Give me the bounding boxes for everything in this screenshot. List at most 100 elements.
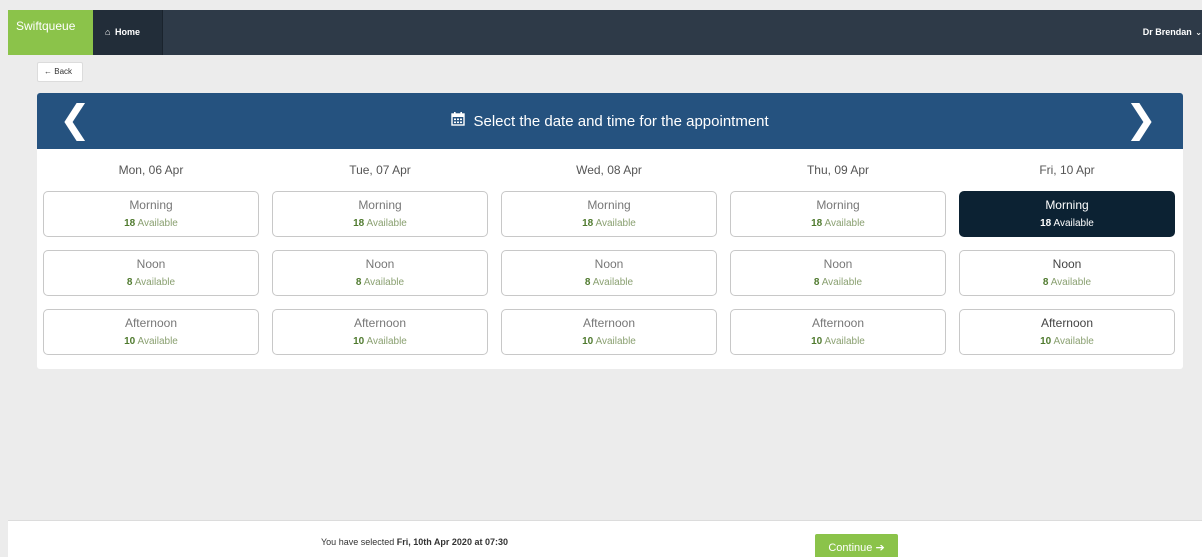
next-week-button[interactable]: ❯ <box>1125 101 1157 139</box>
home-icon: ⌂ <box>105 27 111 37</box>
arrow-right-icon: ➔ <box>875 542 885 554</box>
slot-available-text: Available <box>592 277 634 288</box>
slot-availability: 8 Available <box>960 277 1174 288</box>
selection-prefix: You have selected <box>321 537 395 547</box>
slot-name: Morning <box>587 198 631 212</box>
time-slot-afternoon[interactable]: Afternoon 10 Available <box>501 309 717 355</box>
slot-available-text: Available <box>137 336 178 347</box>
chevron-down-icon: ⌄ <box>1195 28 1202 37</box>
slot-available-text: Available <box>1050 277 1092 288</box>
panel-header: ❮ Select the date and time for the appoi… <box>37 93 1183 149</box>
slot-count: 10 <box>124 336 136 347</box>
slot-name: Afternoon <box>582 316 636 330</box>
slot-availability: 8 Available <box>44 277 258 288</box>
slot-available-text: Available <box>595 218 636 229</box>
calendar-icon <box>451 112 466 130</box>
time-slot-afternoon[interactable]: Afternoon 10 Available <box>959 309 1175 355</box>
slot-availability: 8 Available <box>731 277 945 288</box>
appointment-panel: ❮ Select the date and time for the appoi… <box>37 93 1183 369</box>
slot-available-text: Available <box>366 218 407 229</box>
slot-name: Noon <box>136 257 166 271</box>
slot-name: Noon <box>1052 257 1082 271</box>
slot-name: Morning <box>1045 198 1089 212</box>
slot-name: Morning <box>816 198 860 212</box>
slot-name: Morning <box>129 198 173 212</box>
slot-name: Noon <box>823 257 853 271</box>
slot-count: 18 <box>582 218 594 229</box>
footer-bar: You have selected Fri, 10th Apr 2020 at … <box>8 520 1202 557</box>
back-label: Back <box>54 67 73 76</box>
slot-available-text: Available <box>824 336 865 347</box>
slot-availability: 8 Available <box>502 277 716 288</box>
top-navbar: Swiftqueue ⌂ Home Dr Brendan ⌄ <box>8 10 1202 55</box>
continue-button[interactable]: Continue ➔ <box>815 534 898 557</box>
slot-name: Noon <box>594 257 624 271</box>
slot-name: Morning <box>358 198 402 212</box>
time-slot-noon[interactable]: Noon 8 Available <box>730 250 946 296</box>
slot-name: Afternoon <box>811 316 865 330</box>
continue-label: Continue <box>828 542 873 554</box>
slot-available-text: Available <box>363 277 405 288</box>
panel-title-text: Select the date and time for the appoint… <box>473 113 769 130</box>
time-slot-noon[interactable]: Noon 8 Available <box>43 250 259 296</box>
slot-availability: 18 Available <box>731 218 945 229</box>
slot-availability: 8 Available <box>273 277 487 288</box>
slot-count: 18 <box>1040 218 1052 229</box>
user-menu[interactable]: Dr Brendan ⌄ <box>1143 10 1202 55</box>
slot-available-text: Available <box>134 277 176 288</box>
time-slot-noon[interactable]: Noon 8 Available <box>501 250 717 296</box>
time-slot-afternoon[interactable]: Afternoon 10 Available <box>730 309 946 355</box>
slot-count: 10 <box>1040 336 1052 347</box>
home-label: Home <box>114 27 140 37</box>
slot-count: 8 <box>813 277 820 288</box>
time-slot-morning[interactable]: Morning 18 Available <box>43 191 259 237</box>
day-label: Fri, 10 Apr <box>1039 163 1095 177</box>
selection-summary: You have selected Fri, 10th Apr 2020 at … <box>321 537 508 547</box>
time-slot-morning[interactable]: Morning 18 Available <box>959 191 1175 237</box>
user-name: Dr Brendan <box>1142 27 1192 37</box>
slot-availability: 10 Available <box>44 336 258 347</box>
slot-availability: 18 Available <box>273 218 487 229</box>
slot-availability: 10 Available <box>731 336 945 347</box>
slot-available-text: Available <box>366 336 407 347</box>
time-slot-noon[interactable]: Noon 8 Available <box>272 250 488 296</box>
selection-value: Fri, 10th Apr 2020 at 07:30 <box>396 537 508 547</box>
slot-availability: 18 Available <box>502 218 716 229</box>
slot-name: Afternoon <box>124 316 178 330</box>
time-slot-afternoon[interactable]: Afternoon 10 Available <box>43 309 259 355</box>
slot-available-text: Available <box>824 218 865 229</box>
arrow-left-icon: ← <box>44 67 52 76</box>
slot-available-text: Available <box>595 336 636 347</box>
slot-available-text: Available <box>1053 336 1094 347</box>
slot-available-text: Available <box>137 218 178 229</box>
panel-title: Select the date and time for the appoint… <box>37 112 1183 130</box>
slot-count: 10 <box>582 336 594 347</box>
slot-count: 10 <box>353 336 365 347</box>
slot-availability: 10 Available <box>502 336 716 347</box>
slot-count: 18 <box>124 218 136 229</box>
time-slot-morning[interactable]: Morning 18 Available <box>730 191 946 237</box>
slot-count: 8 <box>126 277 133 288</box>
day-label: Wed, 08 Apr <box>576 163 642 177</box>
time-slot-morning[interactable]: Morning 18 Available <box>501 191 717 237</box>
time-slot-afternoon[interactable]: Afternoon 10 Available <box>272 309 488 355</box>
day-label: Tue, 07 Apr <box>349 163 411 177</box>
slot-name: Afternoon <box>353 316 407 330</box>
day-label: Mon, 06 Apr <box>118 163 184 177</box>
slot-available-text: Available <box>821 277 863 288</box>
time-slot-noon[interactable]: Noon 8 Available <box>959 250 1175 296</box>
slot-name: Noon <box>365 257 395 271</box>
slot-count: 8 <box>1042 277 1049 288</box>
home-link[interactable]: ⌂ Home <box>93 10 163 55</box>
slot-count: 18 <box>811 218 823 229</box>
day-label: Thu, 09 Apr <box>806 163 870 177</box>
back-button[interactable]: ← Back <box>37 62 83 82</box>
brand-logo[interactable]: Swiftqueue <box>8 10 93 55</box>
slot-name: Afternoon <box>1040 316 1094 330</box>
slot-count: 8 <box>584 277 591 288</box>
slot-availability: 10 Available <box>273 336 487 347</box>
slot-count: 10 <box>811 336 823 347</box>
slot-count: 8 <box>355 277 362 288</box>
slot-availability: 10 Available <box>960 336 1174 347</box>
time-slot-morning[interactable]: Morning 18 Available <box>272 191 488 237</box>
